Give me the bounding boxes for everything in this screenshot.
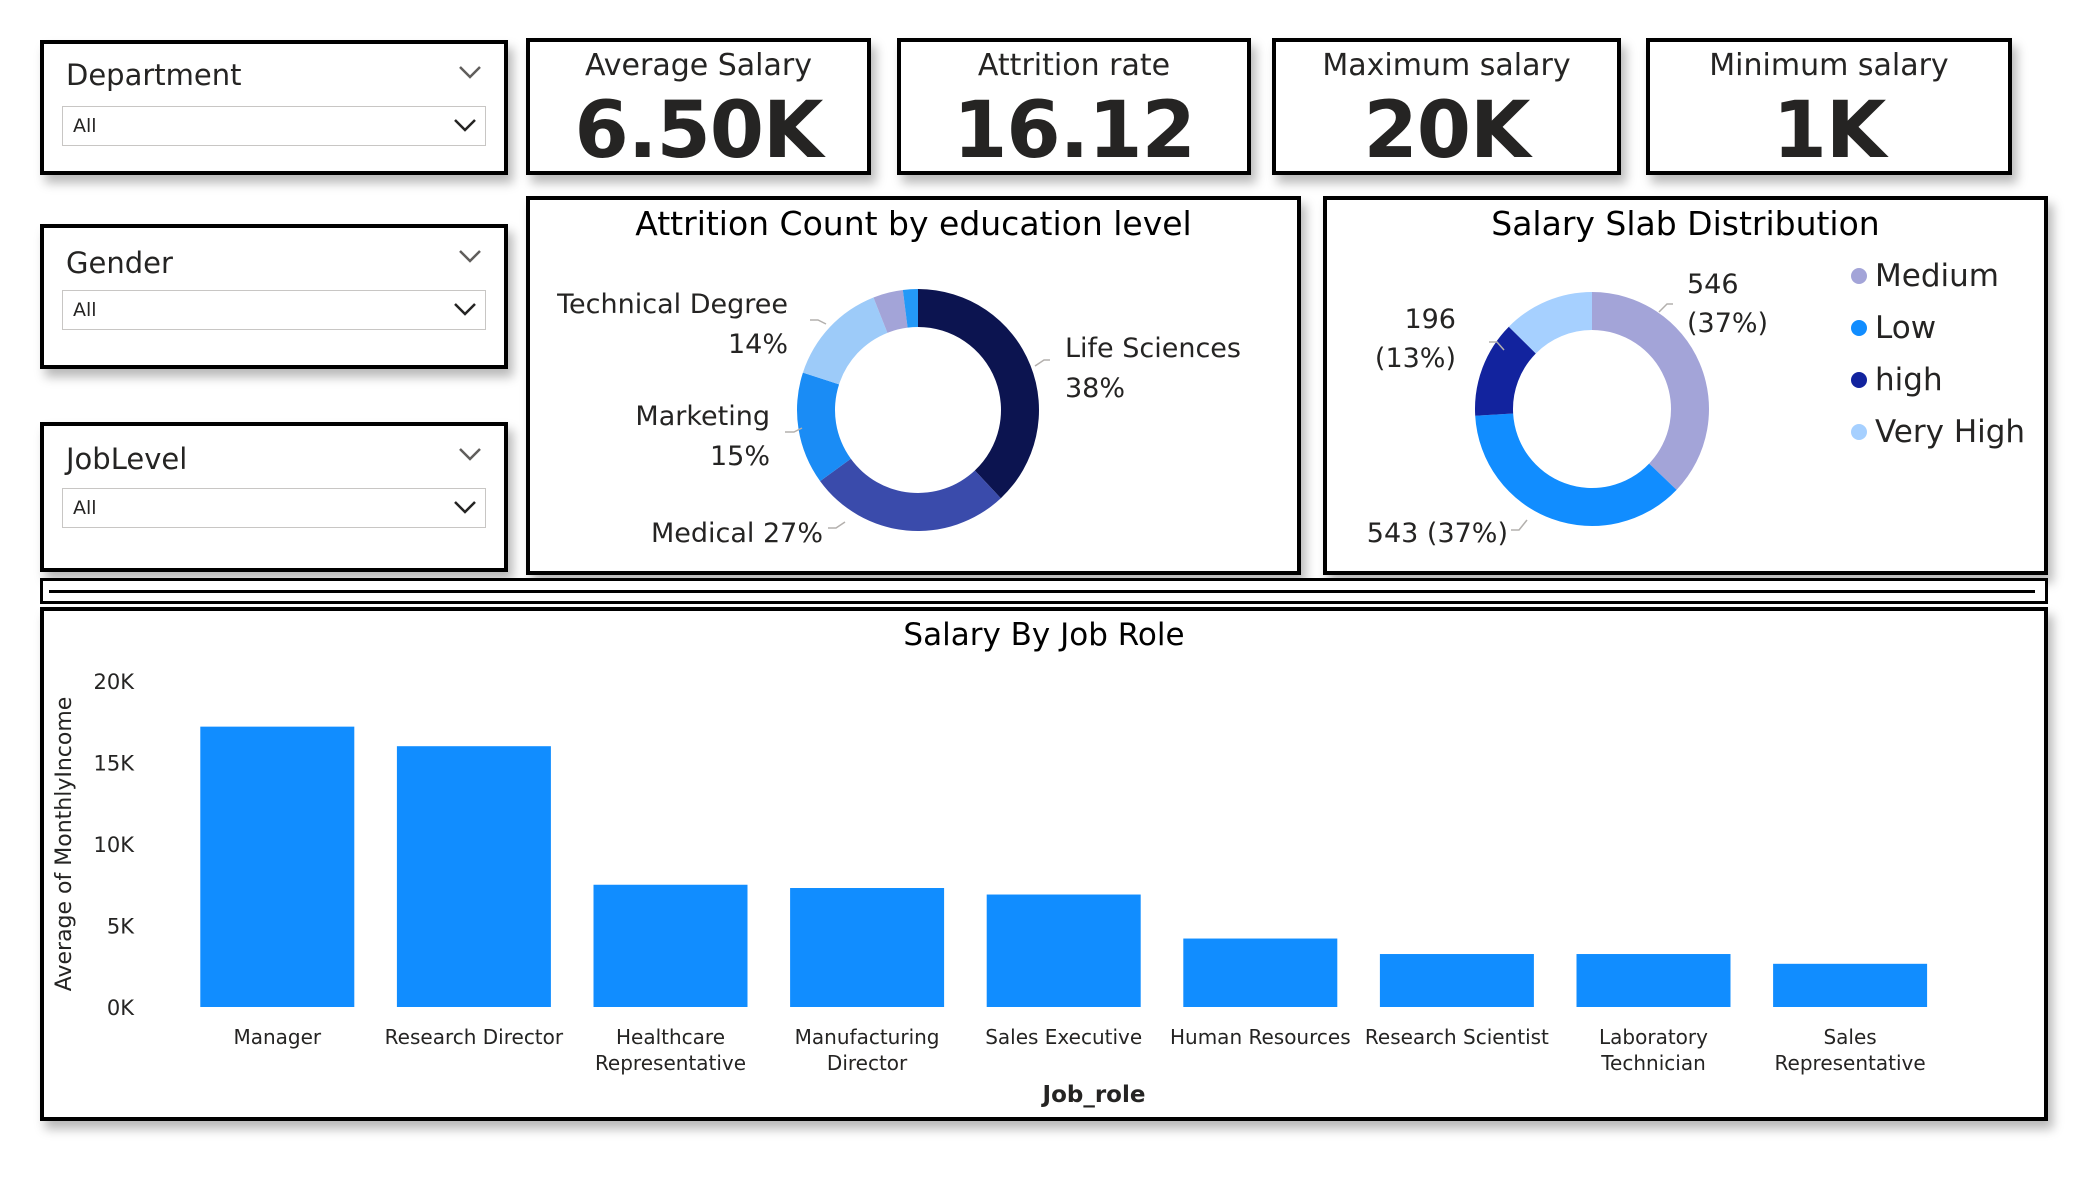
- y-tick-label: 5K: [107, 915, 135, 939]
- bar: [1183, 938, 1338, 1007]
- kpi-card-maximum-salary: Maximum salary 20K: [1272, 38, 1621, 176]
- attrition-education-donut-chart: Life Sciences 38% Medical 27% Marketing 15% T…: [556, 289, 1241, 549]
- x-tick-label: Manufacturing: [795, 1025, 940, 1049]
- joblevel-slicer[interactable]: JobLevel All: [40, 422, 508, 572]
- data-label: 14%: [728, 329, 788, 360]
- donut-slice: [918, 289, 1039, 499]
- bar: [1773, 963, 1928, 1007]
- kpi-card-average-salary: Average Salary 6.50K: [526, 38, 871, 176]
- kpi-value: 6.50K: [574, 86, 824, 176]
- kpi-value: 1K: [1772, 86, 1887, 176]
- y-tick-label: 10K: [94, 833, 136, 857]
- bar: [593, 884, 748, 1007]
- x-tick-label: Technician: [1600, 1051, 1706, 1075]
- x-tick-label: Sales Executive: [985, 1025, 1142, 1049]
- bar: [1576, 954, 1731, 1007]
- data-label: 543 (37%): [1367, 518, 1508, 549]
- chevron-down-icon[interactable]: [458, 446, 482, 465]
- joblevel-dropdown[interactable]: All: [62, 488, 486, 528]
- donut-slice: [1475, 413, 1677, 526]
- x-tick-label: Manager: [233, 1025, 321, 1049]
- data-label: 15%: [710, 441, 770, 472]
- chevron-down-icon[interactable]: [453, 117, 477, 136]
- x-tick-label: Research Scientist: [1365, 1025, 1549, 1049]
- y-axis-label: Average of MonthlyIncome: [52, 697, 77, 992]
- kpi-card-minimum-salary: Minimum salary 1K: [1646, 38, 2012, 176]
- y-tick-label: 20K: [94, 670, 136, 694]
- chevron-down-icon[interactable]: [458, 248, 482, 267]
- y-tick-label: 15K: [94, 752, 136, 776]
- salary-slab-donut-panel: Salary Slab Distribution 546 (37%) 543 (37…: [1323, 196, 2048, 575]
- gender-dropdown[interactable]: All: [62, 290, 486, 330]
- leader-line: [810, 319, 827, 325]
- chevron-down-icon[interactable]: [458, 64, 482, 83]
- kpi-title: Attrition rate: [977, 48, 1171, 83]
- x-tick-label: Human Resources: [1170, 1025, 1351, 1049]
- x-tick-label: Representative: [1775, 1051, 1926, 1075]
- kpi-title: Average Salary: [585, 48, 812, 83]
- x-tick-label: Representative: [595, 1051, 746, 1075]
- data-label: Marketing: [635, 401, 770, 432]
- legend-marker: [1851, 372, 1867, 388]
- legend-marker: [1851, 320, 1867, 336]
- legend-label: Medium: [1875, 258, 1999, 294]
- legend-label: high: [1875, 362, 1943, 398]
- data-label: 546: [1687, 269, 1739, 300]
- legend-marker: [1851, 424, 1867, 440]
- dropdown-value: All: [73, 115, 97, 137]
- x-tick-label: Sales: [1823, 1025, 1876, 1049]
- kpi-value: 16.12: [953, 86, 1196, 176]
- dropdown-value: All: [73, 497, 97, 519]
- data-label: (13%): [1375, 343, 1456, 374]
- leader-line: [1511, 519, 1528, 531]
- kpi-value: 20K: [1363, 86, 1531, 176]
- data-label: (37%): [1687, 308, 1768, 339]
- donut-slice: [802, 297, 888, 385]
- dropdown-value: All: [73, 299, 97, 321]
- salary-by-job-role-bar-chart: 0K 5K 10K 15K 20K Average of MonthlyIncome Man…: [52, 670, 1928, 1108]
- chevron-down-icon[interactable]: [453, 301, 477, 320]
- donut-slice: [820, 458, 1001, 531]
- data-label: 196: [1404, 304, 1456, 335]
- kpi-title: Maximum salary: [1322, 48, 1571, 83]
- bar: [986, 894, 1141, 1007]
- slicer-title: JobLevel: [66, 442, 188, 476]
- data-label: Medical 27%: [651, 518, 823, 549]
- x-tick-label: Laboratory: [1599, 1025, 1708, 1049]
- kpi-title: Minimum salary: [1709, 48, 1949, 83]
- bar: [1379, 954, 1534, 1007]
- slicer-title: Gender: [66, 246, 173, 280]
- data-label: Technical Degree: [556, 289, 788, 320]
- x-tick-label: Director: [827, 1051, 908, 1075]
- leader-line: [1034, 359, 1050, 367]
- divider-line: [49, 590, 2035, 593]
- bar: [790, 888, 945, 1007]
- divider-panel: [40, 578, 2048, 604]
- data-label: Life Sciences: [1065, 333, 1241, 364]
- bar: [396, 746, 551, 1007]
- department-dropdown[interactable]: All: [62, 106, 486, 146]
- gender-slicer[interactable]: Gender All: [40, 224, 508, 369]
- salary-by-job-role-panel: Salary By Job Role 0K 5K 10K 15K 20K Average …: [40, 607, 2048, 1121]
- x-axis-label: Job_role: [1041, 1082, 1146, 1108]
- kpi-card-attrition-rate: Attrition rate 16.12: [897, 38, 1251, 176]
- x-tick-label: Healthcare: [616, 1025, 725, 1049]
- bar: [200, 726, 355, 1007]
- y-tick-label: 0K: [107, 996, 135, 1020]
- legend-label: Very High: [1875, 414, 2025, 450]
- department-slicer[interactable]: Department All: [40, 40, 508, 175]
- leader-line: [828, 521, 846, 529]
- leader-line: [1658, 303, 1673, 313]
- legend-label: Low: [1875, 310, 1936, 346]
- data-label: 38%: [1065, 373, 1125, 404]
- chevron-down-icon[interactable]: [453, 499, 477, 518]
- x-tick-label: Research Director: [385, 1025, 564, 1049]
- legend-marker: [1851, 268, 1867, 284]
- attrition-education-donut-panel: Attrition Count by education level Life …: [526, 196, 1301, 575]
- salary-slab-donut-chart: 546 (37%) 543 (37%) 196 (13%) Medium Low high Ve…: [1367, 258, 2025, 549]
- slicer-title: Department: [66, 58, 242, 92]
